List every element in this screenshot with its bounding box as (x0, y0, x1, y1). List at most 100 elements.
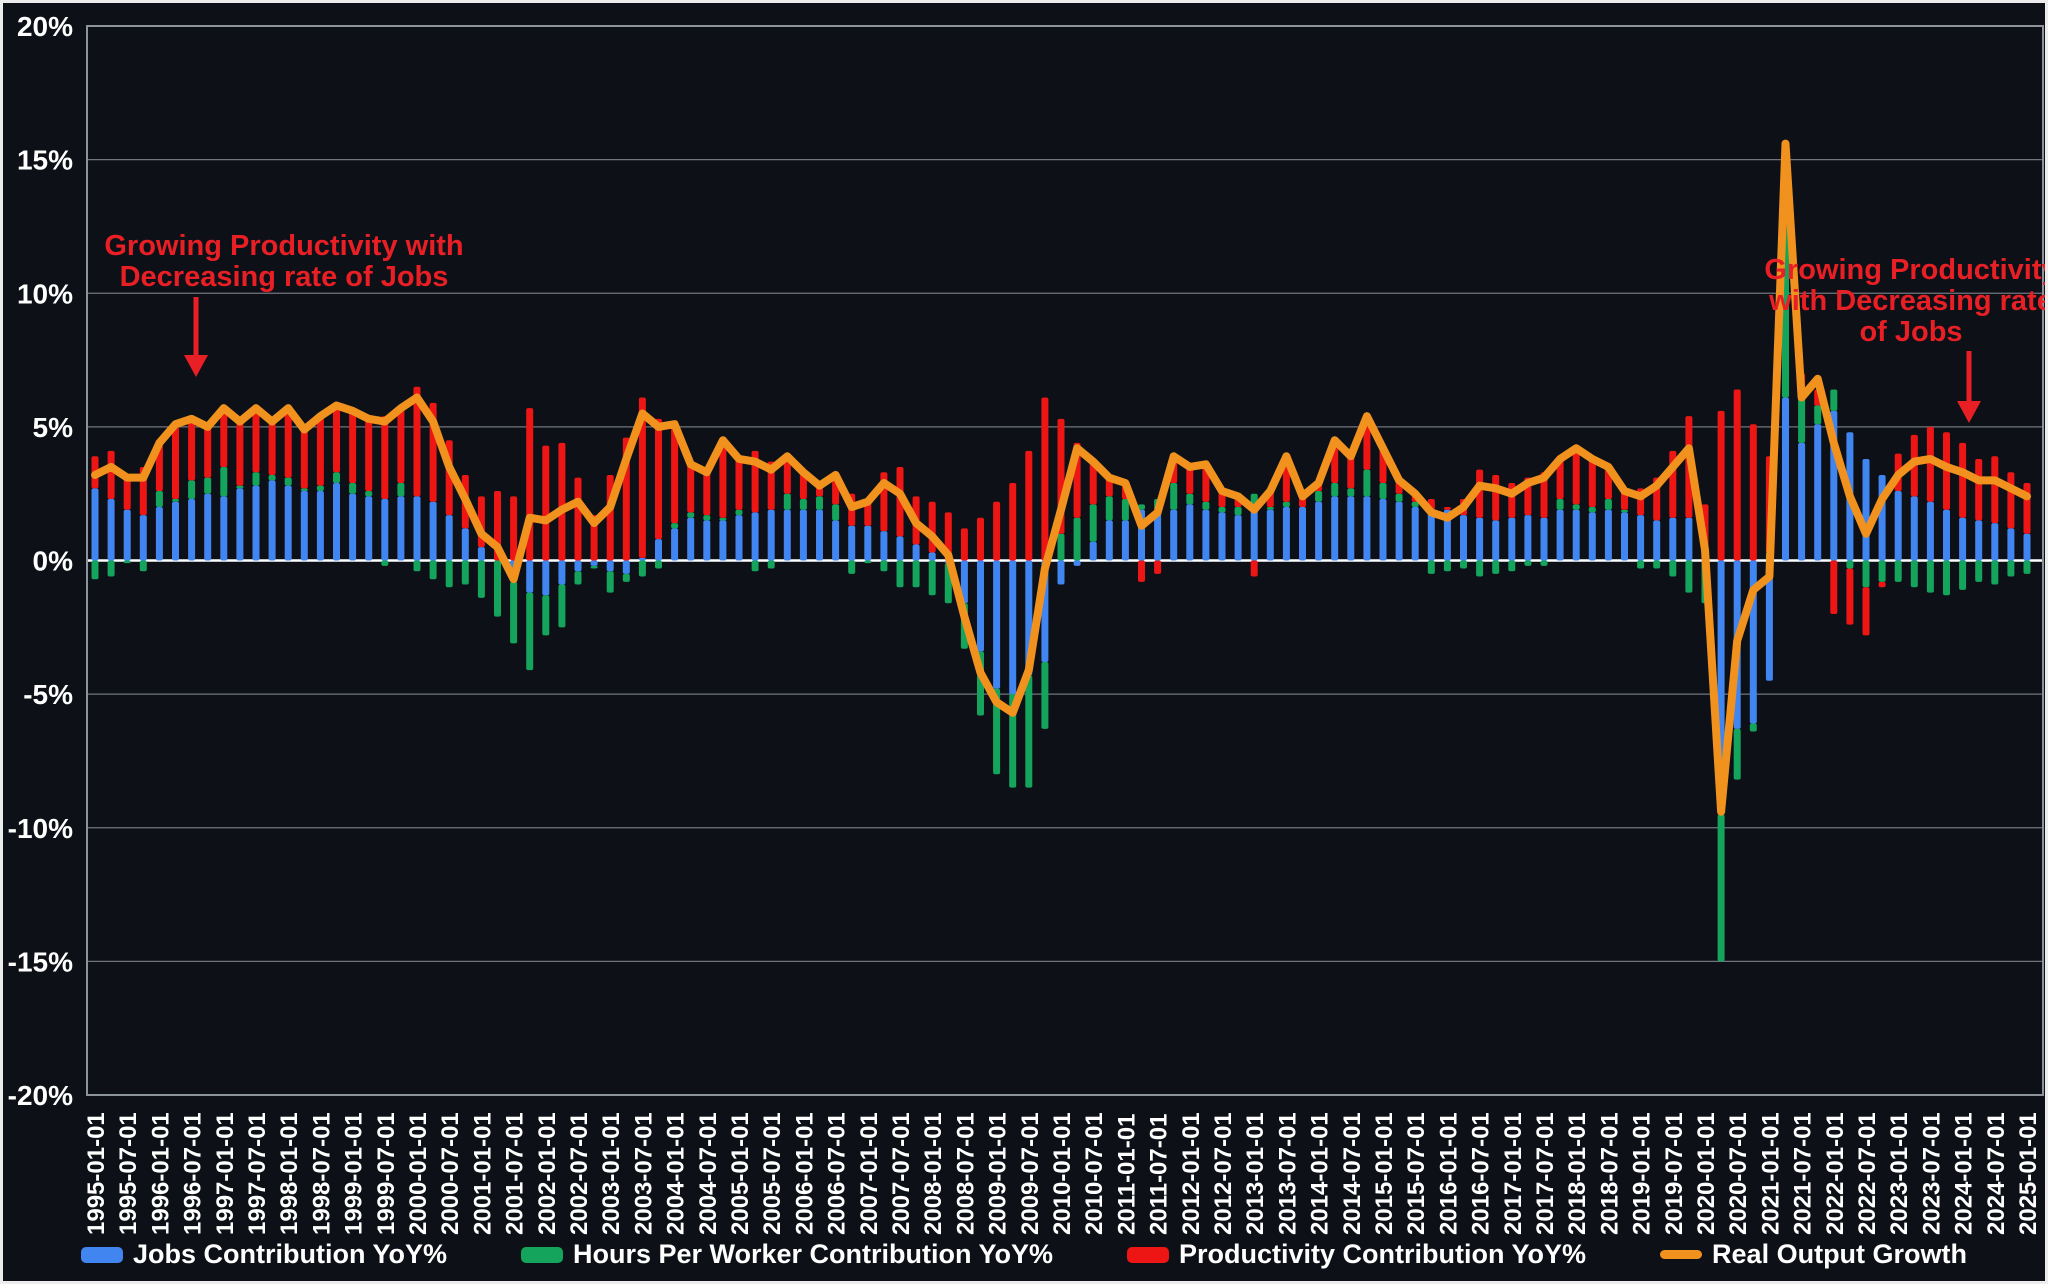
x-tick-label: 1995-01-01 (83, 1112, 110, 1235)
x-tick-label: 2012-01-01 (1178, 1112, 1205, 1235)
bar-segment-1 (1170, 483, 1177, 510)
bar-segment-0 (285, 486, 292, 561)
y-tick-label: 10% (17, 278, 73, 309)
bar-segment-1 (1315, 491, 1322, 502)
bar-segment-2 (2007, 472, 2014, 528)
x-tick-label: 2001-07-01 (502, 1112, 529, 1235)
bar-segment-1 (671, 523, 678, 528)
bar-segment-0 (897, 536, 904, 560)
bar-segment-1 (430, 561, 437, 580)
bar-segment-1 (1637, 561, 1644, 569)
bar-segment-1 (1557, 499, 1564, 510)
x-tick-label: 2019-07-01 (1661, 1112, 1688, 1235)
bar-segment-1 (752, 561, 759, 572)
bar-segment-0 (1058, 561, 1065, 585)
x-tick-label: 2024-01-01 (1951, 1112, 1978, 1235)
annotation-right-line-1: Growing Productivity (1764, 255, 2048, 286)
bar-segment-2 (1025, 451, 1032, 561)
legend-label-jobs: Jobs Contribution YoY% (133, 1239, 447, 1270)
x-tick-label: 2006-01-01 (791, 1112, 818, 1235)
bar-segment-0 (736, 515, 743, 560)
bar-segment-1 (253, 472, 260, 485)
bar-segment-2 (317, 416, 324, 485)
bar-segment-1 (864, 561, 871, 564)
x-tick-label: 1998-07-01 (308, 1112, 335, 1235)
bar-segment-2 (397, 408, 404, 483)
bar-segment-1 (1492, 561, 1499, 574)
bar-segment-1 (1235, 507, 1242, 515)
bar-segment-2 (1444, 507, 1451, 510)
bar-segment-1 (687, 512, 694, 517)
x-tick-label: 1996-07-01 (180, 1112, 207, 1235)
x-tick-label: 2016-01-01 (1435, 1112, 1462, 1235)
bar-segment-2 (1991, 456, 1998, 523)
chart-frame: 20%15%10%5%0%-5%-10%-15%-20% 1995-01-011… (0, 0, 2048, 1284)
bar-segment-0 (1396, 502, 1403, 561)
bar-segment-1 (1685, 561, 1692, 593)
bar-segment-1 (832, 504, 839, 520)
x-tick-label: 2023-07-01 (1918, 1112, 1945, 1235)
bar-segment-0 (768, 510, 775, 561)
x-tick-label: 2004-01-01 (663, 1112, 690, 1235)
bar-segment-1 (1122, 499, 1129, 520)
annotation-arrows (184, 297, 1981, 423)
legend-label-hours: Hours Per Worker Contribution YoY% (573, 1239, 1053, 1270)
legend-item-real-output-growth[interactable]: Real Output Growth (1660, 1239, 1967, 1270)
x-tick-label: 2011-01-01 (1113, 1114, 1140, 1235)
bar-segment-0 (1911, 496, 1918, 560)
legend-swatch-jobs-icon (81, 1247, 123, 1263)
bar-segment-0 (784, 510, 791, 561)
bar-segment-0 (1283, 507, 1290, 560)
bar-segment-1 (1283, 502, 1290, 507)
bar-segment-1 (349, 483, 356, 494)
x-tick-label: 2004-07-01 (695, 1112, 722, 1235)
bar-segment-0 (1782, 397, 1789, 560)
bar-segment-2 (381, 416, 388, 499)
bar-segment-2 (1009, 483, 1016, 561)
bar-segment-2 (961, 528, 968, 560)
legend-item-hours-per-worker[interactable]: Hours Per Worker Contribution YoY% (521, 1239, 1053, 1270)
bar-segment-0 (1637, 515, 1644, 560)
x-tick-label: 2000-07-01 (437, 1112, 464, 1235)
bar-segment-0 (1943, 510, 1950, 561)
bar-segment-1 (1508, 561, 1515, 572)
bar-segment-1 (1573, 504, 1580, 509)
bar-segment-0 (253, 486, 260, 561)
y-tick-label: -15% (8, 946, 73, 977)
bar-segment-0 (2007, 528, 2014, 560)
bar-segment-0 (655, 539, 662, 560)
bar-segment-1 (1846, 561, 1853, 569)
bar-segment-2 (1734, 389, 1741, 560)
bar-segment-0 (1363, 496, 1370, 560)
x-tick-label: 1996-01-01 (147, 1112, 174, 1235)
y-tick-label: 20% (17, 11, 73, 42)
bar-segment-1 (736, 510, 743, 515)
bar-segment-1 (1798, 397, 1805, 442)
x-tick-label: 1995-07-01 (115, 1112, 142, 1235)
bar-segment-2 (655, 419, 662, 539)
bar-segment-0 (880, 531, 887, 560)
bar-segment-1 (172, 499, 179, 502)
bar-segment-2 (1492, 475, 1499, 520)
bar-segment-1 (768, 561, 775, 569)
bar-segment-1 (848, 561, 855, 574)
bar-segment-1 (1347, 488, 1354, 496)
legend-item-jobs[interactable]: Jobs Contribution YoY% (81, 1239, 447, 1270)
bar-segment-0 (1074, 561, 1081, 566)
legend-swatch-productivity-icon (1127, 1247, 1169, 1263)
bar-segment-1 (478, 561, 485, 598)
legend: Jobs Contribution YoY% Hours Per Worker … (3, 1239, 2045, 1270)
bar-segment-0 (1814, 424, 1821, 560)
x-tick-label: 2025-01-01 (2015, 1112, 2042, 1235)
bar-segment-1 (1718, 814, 1725, 961)
annotation-right: Growing Productivity with Decreasing rat… (1764, 255, 2048, 348)
bar-segment-1 (365, 491, 372, 496)
bar-segment-0 (1959, 518, 1966, 561)
x-tick-label: 2023-01-01 (1886, 1112, 1913, 1235)
bar-segment-0 (140, 515, 147, 560)
bar-segment-0 (1170, 510, 1177, 561)
bar-segment-1 (1911, 561, 1918, 588)
legend-item-productivity[interactable]: Productivity Contribution YoY% (1127, 1239, 1586, 1270)
y-tick-label: 15% (17, 145, 73, 176)
x-tick-label: 2003-01-01 (598, 1112, 625, 1235)
